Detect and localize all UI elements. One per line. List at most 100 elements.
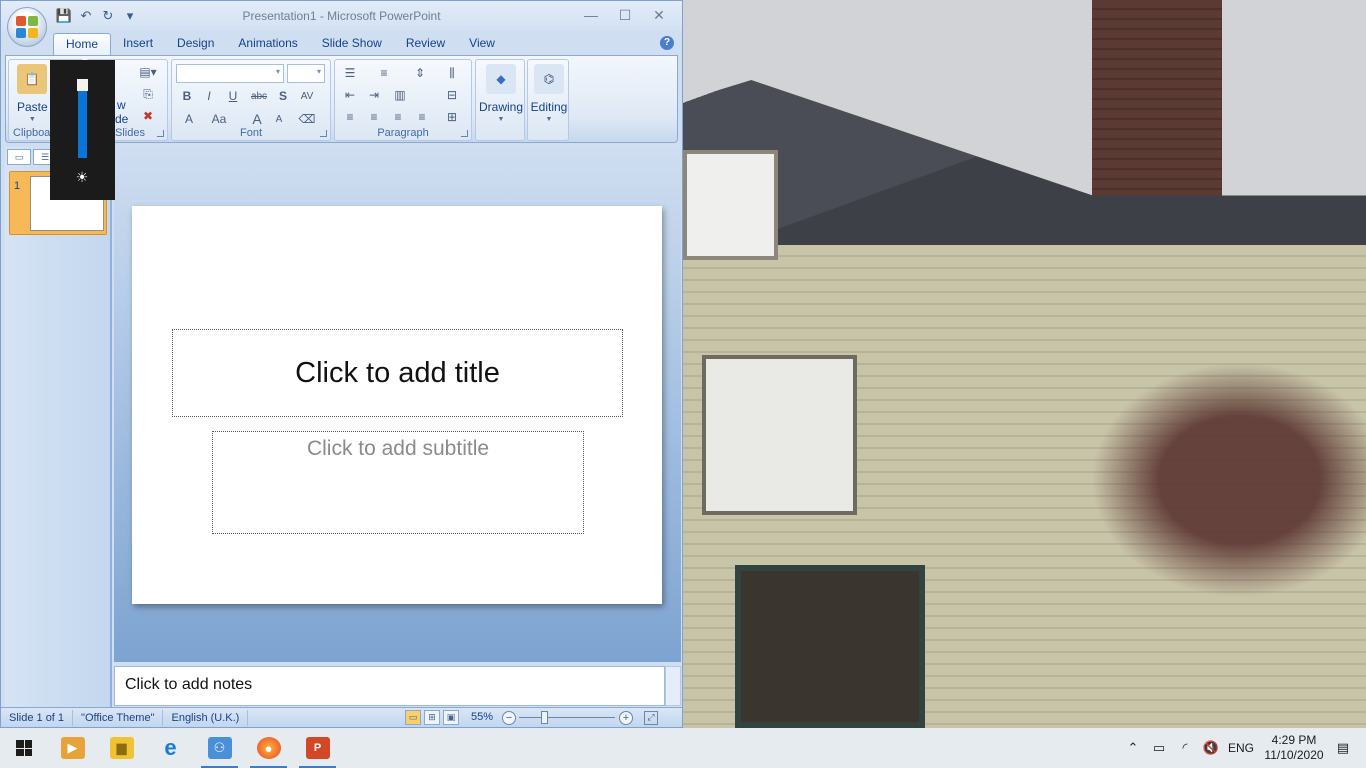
bold-button[interactable]: B (176, 87, 198, 105)
wifi-icon[interactable]: ◜ (1176, 740, 1194, 756)
notifications-icon[interactable]: ▤ (1334, 740, 1352, 756)
slide-show-icon[interactable]: ▣ (443, 710, 459, 725)
smartart-icon[interactable]: ⊞ (441, 108, 463, 126)
title-bar[interactable]: 💾 ↶ ↻ ▾ Presentation1 - Microsoft PowerP… (1, 1, 682, 31)
editing-button[interactable]: ⌬ Editing ▼ (528, 64, 570, 123)
volume-muted-icon[interactable]: 🔇 (1202, 740, 1220, 756)
paragraph-label: Paragraph (377, 127, 429, 139)
language-status[interactable]: English (U.K.) (163, 709, 249, 726)
group-font: B I U abc S AV A Aa A A ⌫ Font (171, 59, 331, 141)
binoculars-icon: ⌬ (534, 64, 564, 94)
slides-launcher-icon[interactable] (157, 130, 164, 137)
chevron-up-icon[interactable]: ⌃ (1124, 740, 1142, 756)
brightness-slider-thumb[interactable] (77, 79, 88, 91)
slide[interactable]: Click to add title Click to add subtitle (132, 206, 662, 604)
change-case-button[interactable]: Aa (208, 110, 230, 128)
line-spacing-icon[interactable]: ⇕ (409, 64, 431, 82)
minimize-button[interactable]: — (576, 5, 606, 25)
subtitle-placeholder[interactable]: Click to add subtitle (212, 431, 584, 534)
slide-dropdown-label[interactable]: de (115, 112, 128, 126)
grow-font-button[interactable]: A (246, 110, 268, 128)
clock-time: 4:29 PM (1271, 733, 1317, 747)
slides-pane: ▭ ☰ 1 (5, 147, 112, 707)
photo-lower-door (735, 565, 925, 728)
slides-tab-icon[interactable]: ▭ (7, 149, 31, 165)
decrease-indent-icon[interactable]: ⇤ (339, 86, 361, 104)
taskbar-file-explorer[interactable]: ▆ (97, 728, 146, 768)
shadow-button[interactable]: S (272, 87, 294, 105)
zoom-level[interactable]: 55% (471, 711, 493, 723)
help-icon[interactable]: ? (660, 36, 674, 50)
tab-slide-show[interactable]: Slide Show (310, 33, 394, 55)
taskbar-media-player[interactable]: ▶ (48, 728, 97, 768)
char-spacing-button[interactable]: AV (296, 87, 318, 105)
drawing-dropdown-icon: ▼ (497, 116, 505, 123)
numbering-icon[interactable]: ≡ (373, 64, 395, 82)
align-center-icon[interactable]: ≡ (363, 108, 385, 126)
tab-animations[interactable]: Animations (226, 33, 309, 55)
clock-date: 11/10/2020 (1264, 748, 1324, 762)
notes-scrollbar[interactable] (665, 666, 681, 706)
tab-insert[interactable]: Insert (111, 33, 165, 55)
clear-formatting-icon[interactable]: ⌫ (296, 110, 318, 128)
bullets-icon[interactable]: ☰ (339, 64, 361, 82)
office-button[interactable] (7, 7, 47, 47)
reset-icon[interactable]: ⎘ (137, 85, 159, 103)
battery-icon[interactable]: ▭ (1150, 740, 1168, 756)
system-tray: ⌃ ▭ ◜ 🔇 ENG 4:29 PM 11/10/2020 ▤ (1124, 728, 1366, 768)
close-button[interactable]: ✕ (644, 5, 674, 25)
tab-view[interactable]: View (457, 33, 507, 55)
columns-icon[interactable]: ▥ (389, 86, 411, 104)
slide-number: 1 (14, 180, 21, 192)
font-size-combo[interactable] (287, 64, 325, 83)
justify-icon[interactable]: ≡ (411, 108, 433, 126)
paragraph-launcher-icon[interactable] (461, 130, 468, 137)
taskbar-app-4[interactable]: ⚇ (195, 728, 244, 768)
tab-home[interactable]: Home (53, 33, 112, 55)
zoom-slider-thumb[interactable] (541, 711, 548, 724)
folder-icon: ▆ (109, 737, 134, 759)
window-controls: — ☐ ✕ (576, 5, 674, 25)
layout-icon[interactable]: ▤▾ (137, 63, 159, 81)
align-left-icon[interactable]: ≡ (339, 108, 361, 126)
strikethrough-button[interactable]: abc (248, 87, 270, 105)
taskbar-firefox[interactable]: ● (244, 728, 293, 768)
tab-review[interactable]: Review (394, 33, 457, 55)
align-right-icon[interactable]: ≡ (387, 108, 409, 126)
photo-tree (1050, 330, 1366, 630)
shapes-icon: ◆ (486, 64, 516, 94)
taskbar-internet-explorer[interactable]: e (146, 728, 195, 768)
input-language[interactable]: ENG (1228, 741, 1254, 755)
align-text-icon[interactable]: ⊟ (441, 86, 463, 104)
tab-design[interactable]: Design (165, 33, 226, 55)
shrink-font-button[interactable]: A (268, 110, 290, 128)
font-name-combo[interactable] (176, 64, 284, 83)
zoom-out-icon[interactable]: − (502, 711, 516, 725)
start-button[interactable] (0, 728, 48, 768)
internet-explorer-icon: e (164, 735, 177, 760)
firefox-icon: ● (256, 737, 281, 759)
clock[interactable]: 4:29 PM 11/10/2020 (1262, 733, 1326, 763)
fit-to-window-icon[interactable]: ⤢ (644, 711, 658, 725)
photo-door (702, 355, 857, 515)
increase-indent-icon[interactable]: ⇥ (363, 86, 385, 104)
sun-icon: ☀ (75, 169, 89, 185)
italic-button[interactable]: I (198, 87, 220, 105)
paste-button[interactable]: 📋 Paste ▼ (17, 64, 48, 123)
font-launcher-icon[interactable] (320, 130, 327, 137)
slide-sorter-icon[interactable]: ⊞ (424, 710, 440, 725)
maximize-button[interactable]: ☐ (610, 5, 640, 25)
text-direction-icon[interactable]: ⫼ (441, 64, 463, 82)
font-color-button[interactable]: A (178, 110, 200, 128)
taskbar-powerpoint[interactable]: P (293, 728, 342, 768)
delete-slide-icon[interactable]: ✖ (137, 107, 159, 125)
underline-button[interactable]: U (222, 87, 244, 105)
title-placeholder[interactable]: Click to add title (172, 329, 623, 417)
drawing-button[interactable]: ◆ Drawing ▼ (478, 64, 524, 123)
brightness-slider[interactable] (78, 80, 87, 158)
new-slide-label[interactable]: w (117, 98, 126, 112)
normal-view-icon[interactable]: ▭ (405, 710, 421, 725)
notes-pane[interactable]: Click to add notes (114, 666, 665, 706)
zoom-in-icon[interactable]: + (619, 711, 633, 725)
zoom-slider-track[interactable] (519, 717, 615, 718)
